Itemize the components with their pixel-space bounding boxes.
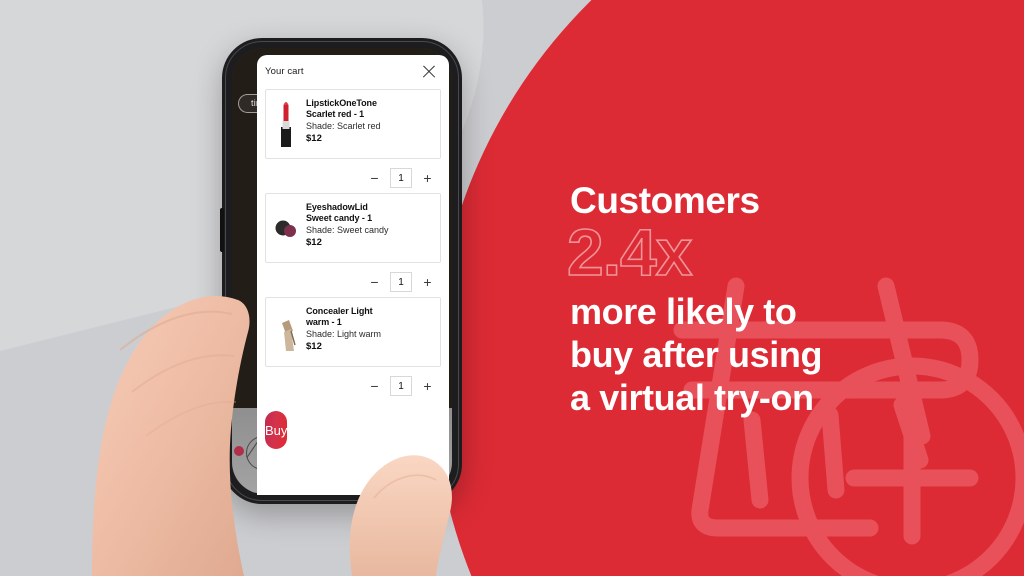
decrement-button[interactable]: −: [369, 275, 380, 289]
cart-panel: Your cart LipstickOneTone Scarlet red - …: [257, 55, 449, 495]
cart-item[interactable]: LipstickOneTone Scarlet red - 1 Shade: S…: [265, 89, 441, 159]
quantity-value[interactable]: 1: [390, 272, 412, 292]
product-shade: Shade: Light warm: [306, 329, 382, 339]
promo-body-line-1: more likely to: [570, 291, 797, 332]
product-price: $12: [306, 237, 322, 248]
quantity-stepper: − 1 +: [265, 159, 441, 191]
product-shade: Shade: Sweet candy: [306, 225, 389, 235]
quantity-stepper: − 1 +: [265, 263, 441, 295]
promo-body-line-2: buy after using: [570, 334, 823, 375]
product-name-line2: Sweet candy - 1: [306, 212, 373, 223]
product-name: LipstickOneTone: [306, 98, 377, 108]
promo-copy: Customers 2.4x more likely to buy after …: [566, 181, 990, 419]
promotional-banner: Customers 2.4x more likely to buy after …: [0, 0, 1024, 576]
cart-title: Your cart: [265, 65, 304, 77]
cart-item-info: EyeshadowLid Sweet candy - 1 Shade: Swee…: [302, 201, 389, 249]
product-shade: Shade: Scarlet red: [306, 121, 381, 131]
product-name-line2: warm - 1: [306, 316, 342, 327]
increment-button[interactable]: +: [422, 275, 433, 289]
quantity-value[interactable]: 1: [390, 376, 412, 396]
phone-side-button[interactable]: [220, 208, 224, 252]
shade-swatch-icon[interactable]: [234, 446, 244, 456]
product-price: $12: [306, 341, 322, 352]
close-icon[interactable]: [421, 63, 437, 79]
cart-item-info: LipstickOneTone Scarlet red - 1 Shade: S…: [302, 97, 381, 145]
increment-button[interactable]: +: [422, 171, 433, 185]
cart-item[interactable]: Concealer Light warm - 1 Shade: Light wa…: [265, 297, 441, 367]
increment-button[interactable]: +: [422, 379, 433, 393]
product-price: $12: [306, 133, 322, 144]
decrement-button[interactable]: −: [369, 171, 380, 185]
buy-button[interactable]: Buy: [265, 411, 288, 449]
promo-multiplier: 2.4x: [566, 215, 693, 289]
product-name: Concealer Light: [306, 306, 373, 316]
cart-item[interactable]: EyeshadowLid Sweet candy - 1 Shade: Swee…: [265, 193, 441, 263]
eyeshadow-icon: [270, 201, 302, 255]
product-name-line2: Scarlet red - 1: [306, 108, 365, 119]
quantity-stepper: − 1 +: [265, 367, 441, 399]
lipstick-icon: [270, 97, 302, 151]
product-name: EyeshadowLid: [306, 202, 368, 212]
concealer-wand-icon: [270, 305, 302, 359]
decrement-button[interactable]: −: [369, 379, 380, 393]
quantity-value[interactable]: 1: [390, 168, 412, 188]
cart-items-list: LipstickOneTone Scarlet red - 1 Shade: S…: [257, 89, 449, 399]
promo-body-line-3: a virtual try-on: [570, 377, 814, 418]
cart-item-info: Concealer Light warm - 1 Shade: Light wa…: [302, 305, 381, 353]
cart-header: Your cart: [257, 55, 449, 87]
